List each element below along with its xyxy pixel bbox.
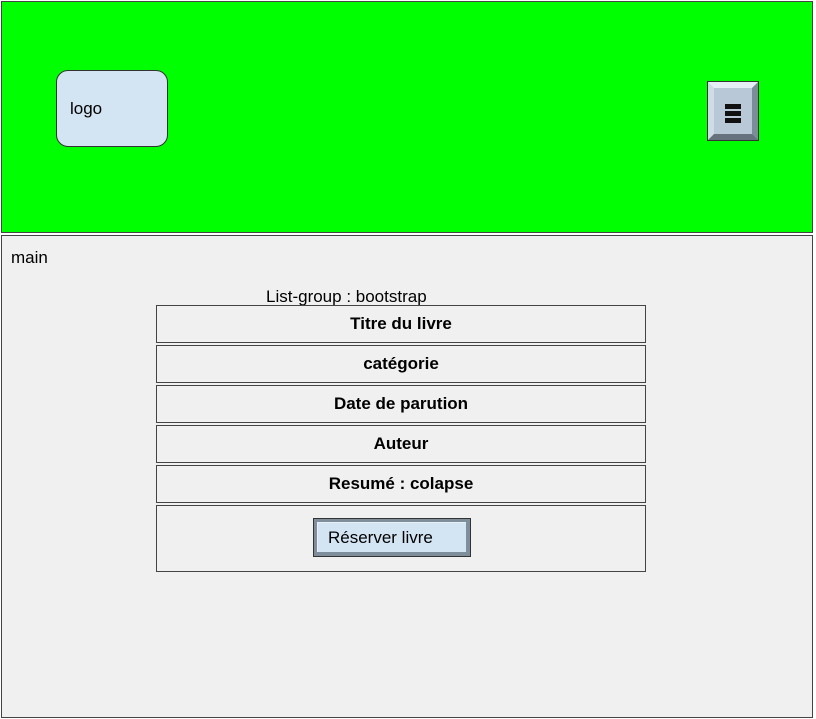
- list-group-footer: Réserver livre: [156, 505, 646, 572]
- list-item-author[interactable]: Auteur: [156, 425, 646, 463]
- list-item-title[interactable]: Titre du livre: [156, 305, 646, 343]
- logo-label: logo: [70, 98, 103, 118]
- header: logo: [1, 1, 813, 233]
- list-group-caption: List-group : bootstrap: [266, 287, 427, 306]
- reserve-book-button[interactable]: Réserver livre: [313, 518, 471, 557]
- logo[interactable]: logo: [56, 70, 168, 147]
- main-label: main: [11, 248, 48, 267]
- main-section: main List-group : bootstrap Titre du liv…: [1, 235, 813, 718]
- list-item-publication-date[interactable]: Date de parution: [156, 385, 646, 423]
- list-item-summary-collapse[interactable]: Resumé : colapse: [156, 465, 646, 503]
- menu-icon-bar: [725, 104, 741, 109]
- menu-icon-bar: [725, 111, 741, 116]
- menu-button[interactable]: [707, 81, 759, 141]
- list-item-category[interactable]: catégorie: [156, 345, 646, 383]
- reserve-book-button-label: Réserver livre: [317, 522, 466, 552]
- menu-icon-bar: [725, 118, 741, 123]
